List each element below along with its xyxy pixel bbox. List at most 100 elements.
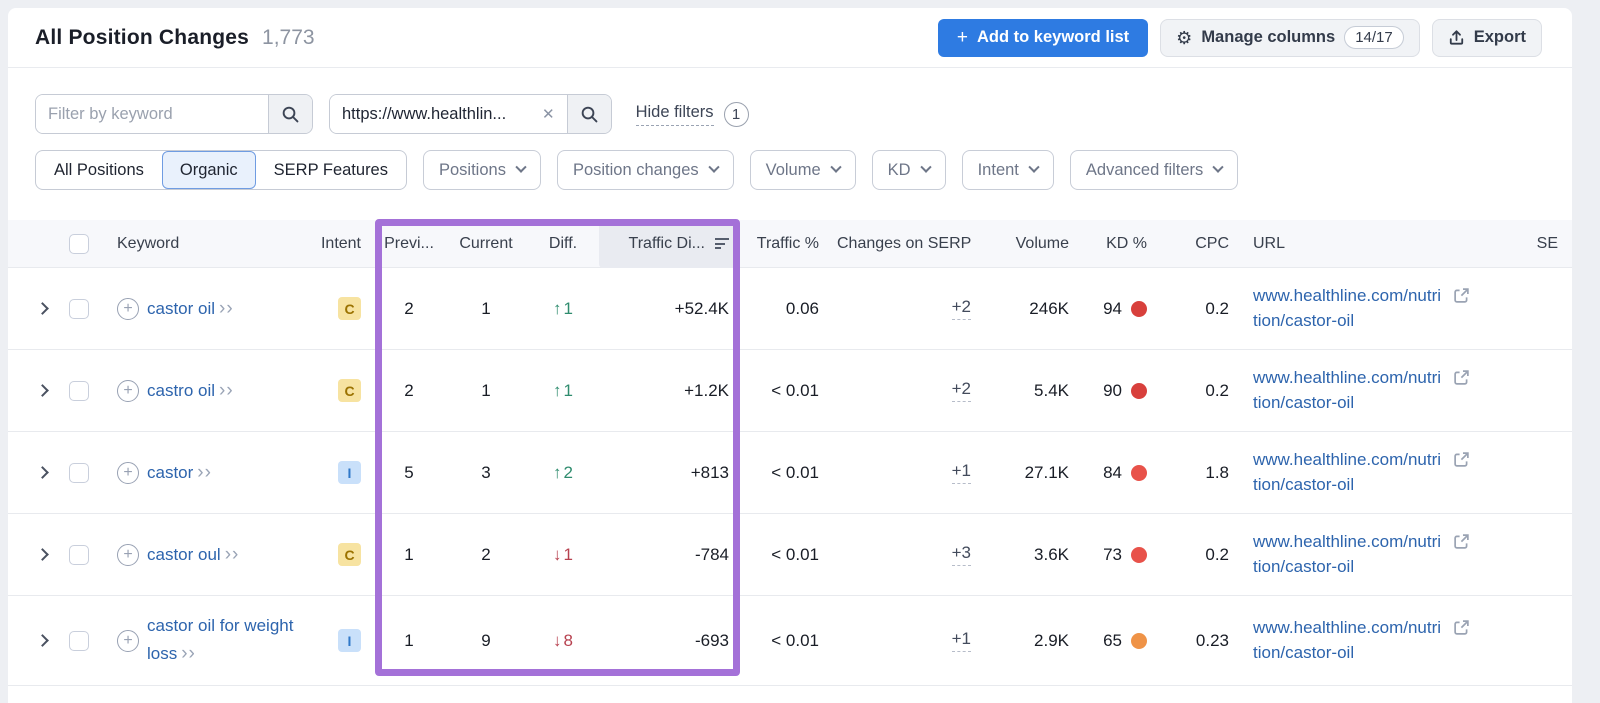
column-keyword[interactable]: Keyword — [117, 235, 313, 253]
diff-arrow-icon — [553, 631, 562, 651]
active-filters-badge: 1 — [724, 102, 749, 127]
table-body: + castor oil›› C 2 1 1 +52.4K 0.06 +2 24… — [8, 268, 1572, 686]
tab-organic[interactable]: Organic — [162, 151, 256, 189]
column-kd[interactable]: KD % — [1073, 235, 1165, 253]
export-icon — [1448, 29, 1465, 46]
url-filter-group: ✕ — [329, 94, 612, 134]
table-row: + castor oil for weight loss›› I 1 9 8 -… — [8, 596, 1572, 686]
url-link[interactable]: www.healthline.com/nutrition/castor-oil — [1253, 448, 1445, 497]
external-link-icon[interactable] — [1453, 533, 1470, 555]
row-expand-chevron-icon[interactable] — [36, 634, 49, 647]
serp-changes-link[interactable]: +3 — [952, 543, 971, 566]
cpc-value: 1.8 — [1165, 463, 1237, 483]
position-diff: 2 — [553, 463, 573, 483]
add-keyword-icon[interactable]: + — [117, 630, 139, 652]
double-chevron-icon: ›› — [181, 643, 196, 664]
keyword-search-button[interactable] — [268, 95, 312, 133]
volume-value: 5.4K — [995, 381, 1073, 401]
external-link-icon[interactable] — [1453, 619, 1470, 641]
row-expand-chevron-icon[interactable] — [36, 548, 49, 561]
position-diff: 1 — [553, 299, 573, 319]
url-link[interactable]: www.healthline.com/nutrition/castor-oil — [1253, 616, 1445, 665]
traffic-diff-value: +52.4K — [599, 299, 739, 319]
external-link-icon[interactable] — [1453, 451, 1470, 473]
volume-dropdown[interactable]: Volume — [750, 150, 856, 190]
column-serp-changes[interactable]: Changes on SERP — [827, 235, 995, 253]
url-link[interactable]: www.healthline.com/nutrition/castor-oil — [1253, 366, 1445, 415]
results-count: 1,773 — [262, 26, 315, 50]
row-expand-chevron-icon[interactable] — [36, 384, 49, 397]
add-keyword-icon[interactable]: + — [117, 544, 139, 566]
row-checkbox[interactable] — [69, 381, 89, 401]
traffic-diff-value: +1.2K — [599, 381, 739, 401]
url-link[interactable]: www.healthline.com/nutrition/castor-oil — [1253, 284, 1445, 333]
chevron-down-icon — [1213, 162, 1224, 173]
keyword-link[interactable]: castor›› — [147, 458, 212, 487]
clear-url-filter-icon[interactable]: ✕ — [540, 95, 567, 133]
intent-dropdown[interactable]: Intent — [962, 150, 1054, 190]
position-diff: 8 — [553, 631, 573, 651]
column-cpc[interactable]: CPC — [1165, 235, 1237, 253]
column-intent[interactable]: Intent — [313, 235, 373, 253]
keyword-link[interactable]: castro oil›› — [147, 376, 234, 405]
column-previous[interactable]: Previ... — [373, 235, 445, 253]
keyword-link[interactable]: castor oul›› — [147, 540, 239, 569]
keyword-link[interactable]: castor oil›› — [147, 294, 234, 323]
advanced-filters-dropdown[interactable]: Advanced filters — [1070, 150, 1238, 190]
current-position: 1 — [445, 381, 527, 401]
url-link[interactable]: www.healthline.com/nutrition/castor-oil — [1253, 530, 1445, 579]
row-expand-chevron-icon[interactable] — [36, 302, 49, 315]
volume-value: 27.1K — [995, 463, 1073, 483]
select-all-checkbox[interactable] — [69, 234, 89, 254]
row-checkbox[interactable] — [69, 631, 89, 651]
position-diff: 1 — [553, 545, 573, 565]
row-checkbox[interactable] — [69, 463, 89, 483]
add-keyword-icon[interactable]: + — [117, 380, 139, 402]
add-keyword-icon[interactable]: + — [117, 462, 139, 484]
traffic-pct-value: < 0.01 — [749, 463, 827, 483]
traffic-pct-value: 0.06 — [749, 299, 827, 319]
position-changes-dropdown[interactable]: Position changes — [557, 150, 734, 190]
current-position: 3 — [445, 463, 527, 483]
external-link-icon[interactable] — [1453, 287, 1470, 309]
diff-arrow-icon — [553, 545, 562, 565]
diff-arrow-icon — [553, 463, 562, 483]
tab-all-positions[interactable]: All Positions — [36, 151, 162, 189]
url-search-button[interactable] — [567, 95, 611, 133]
column-volume[interactable]: Volume — [995, 235, 1073, 253]
traffic-diff-value: -784 — [599, 545, 739, 565]
kd-value: 90 — [1103, 381, 1122, 401]
kd-value: 94 — [1103, 299, 1122, 319]
column-traffic-diff[interactable]: Traffic Di... — [599, 220, 739, 268]
url-filter-input[interactable] — [330, 95, 540, 133]
external-link-icon[interactable] — [1453, 369, 1470, 391]
keyword-link[interactable]: castor oil for weight loss›› — [147, 613, 313, 669]
row-expand-chevron-icon[interactable] — [36, 466, 49, 479]
traffic-diff-value: +813 — [599, 463, 739, 483]
serp-changes-link[interactable]: +2 — [952, 379, 971, 402]
tab-serp-features[interactable]: SERP Features — [256, 151, 406, 189]
column-diff[interactable]: Diff. — [527, 235, 599, 253]
row-checkbox[interactable] — [69, 545, 89, 565]
kd-dropdown[interactable]: KD — [872, 150, 946, 190]
manage-columns-button[interactable]: ⚙ Manage columns 14/17 — [1160, 19, 1420, 57]
double-chevron-icon: ›› — [225, 544, 240, 565]
column-current[interactable]: Current — [445, 235, 527, 253]
serp-changes-link[interactable]: +2 — [952, 297, 971, 320]
keyword-filter-input[interactable] — [36, 95, 268, 133]
current-position: 1 — [445, 299, 527, 319]
column-url[interactable]: URL — [1253, 235, 1501, 253]
serp-changes-link[interactable]: +1 — [952, 629, 971, 652]
positions-dropdown[interactable]: Positions — [423, 150, 541, 190]
column-traffic-pct[interactable]: Traffic % — [749, 235, 827, 253]
table-row: + castro oil›› C 2 1 1 +1.2K < 0.01 +2 5… — [8, 350, 1572, 432]
add-keyword-icon[interactable]: + — [117, 298, 139, 320]
intent-badge: C — [338, 297, 361, 320]
add-to-keyword-list-button[interactable]: + Add to keyword list — [938, 19, 1148, 57]
row-checkbox[interactable] — [69, 299, 89, 319]
intent-badge: I — [338, 629, 361, 652]
column-se-clipped[interactable]: SE — [1537, 235, 1572, 253]
hide-filters-link[interactable]: Hide filters — [636, 103, 714, 126]
export-button[interactable]: Export — [1432, 19, 1542, 57]
serp-changes-link[interactable]: +1 — [952, 461, 971, 484]
